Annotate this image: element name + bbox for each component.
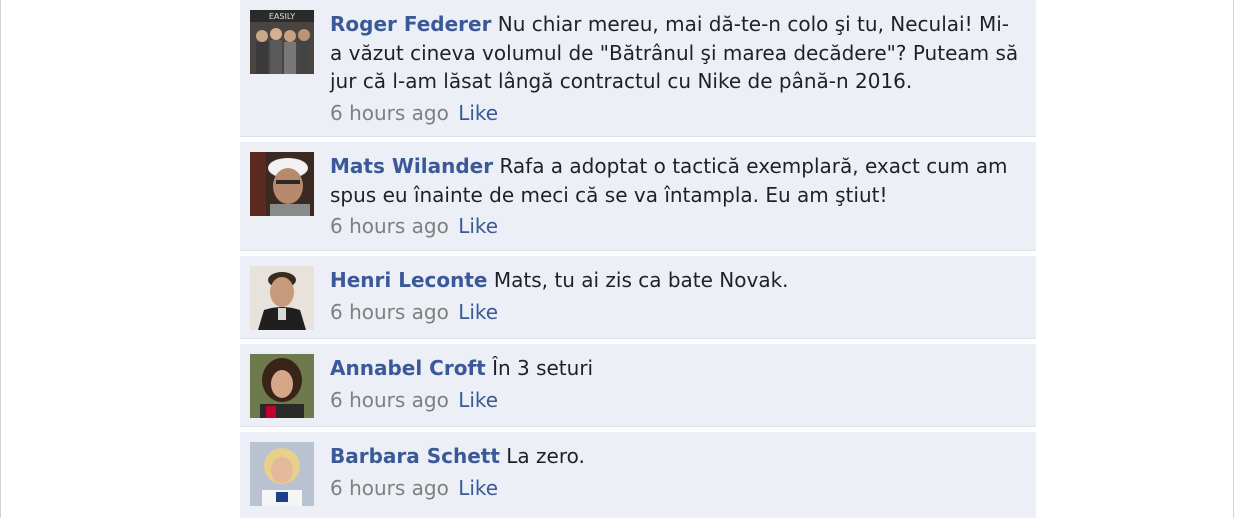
comment-body: Henri Leconte Mats, tu ai zis ca bate No…	[330, 266, 1020, 326]
comment-text: La zero.	[506, 444, 585, 468]
page-frame: EASILY Roger Federer Nu chiar mereu, mai…	[0, 0, 1234, 518]
avatar-image	[250, 354, 314, 418]
comment-timestamp[interactable]: 6 hours ago	[330, 101, 449, 125]
avatar[interactable]	[250, 266, 314, 330]
like-link[interactable]: Like	[458, 214, 498, 238]
comment-body: Barbara Schett La zero. 6 hours ago Like	[330, 442, 1020, 502]
avatar[interactable]	[250, 354, 314, 418]
like-link[interactable]: Like	[458, 388, 498, 412]
comment-body: Roger Federer Nu chiar mereu, mai dă-te-…	[330, 10, 1020, 127]
avatar[interactable]	[250, 152, 314, 216]
comment-body: Annabel Croft În 3 seturi 6 hours ago Li…	[330, 354, 1020, 414]
comment-meta: 6 hours ago Like	[330, 386, 1020, 414]
avatar-image	[250, 266, 314, 330]
comment-author[interactable]: Henri Leconte	[330, 268, 488, 292]
avatar-image	[250, 442, 314, 506]
comment-timestamp[interactable]: 6 hours ago	[330, 214, 449, 238]
comment-author[interactable]: Annabel Croft	[330, 356, 486, 380]
avatar-caption: EASILY	[269, 12, 295, 21]
comment-timestamp[interactable]: 6 hours ago	[330, 300, 449, 324]
comment-text: În 3 seturi	[492, 356, 594, 380]
avatar[interactable]: EASILY	[250, 10, 314, 74]
comment-item: Annabel Croft În 3 seturi 6 hours ago Li…	[240, 344, 1036, 427]
comment-item: Barbara Schett La zero. 6 hours ago Like	[240, 432, 1036, 518]
comment-meta: 6 hours ago Like	[330, 474, 1020, 502]
comment-author[interactable]: Barbara Schett	[330, 444, 500, 468]
like-link[interactable]: Like	[458, 476, 498, 500]
avatar[interactable]	[250, 442, 314, 506]
comment-timestamp[interactable]: 6 hours ago	[330, 476, 449, 500]
comment-item: Mats Wilander Rafa a adoptat o tactică e…	[240, 142, 1036, 251]
comment-meta: 6 hours ago Like	[330, 298, 1020, 326]
comment-body: Mats Wilander Rafa a adoptat o tactică e…	[330, 152, 1020, 240]
like-link[interactable]: Like	[458, 300, 498, 324]
comment-author[interactable]: Roger Federer	[330, 12, 491, 36]
comment-timestamp[interactable]: 6 hours ago	[330, 388, 449, 412]
comment-item: Henri Leconte Mats, tu ai zis ca bate No…	[240, 256, 1036, 339]
comment-item: EASILY Roger Federer Nu chiar mereu, mai…	[240, 0, 1036, 137]
comment-text: Mats, tu ai zis ca bate Novak.	[493, 268, 789, 292]
like-link[interactable]: Like	[458, 101, 498, 125]
avatar-image: EASILY	[250, 10, 314, 74]
comment-meta: 6 hours ago Like	[330, 99, 1020, 127]
comment-meta: 6 hours ago Like	[330, 212, 1020, 240]
avatar-image	[250, 152, 314, 216]
comment-author[interactable]: Mats Wilander	[330, 154, 493, 178]
